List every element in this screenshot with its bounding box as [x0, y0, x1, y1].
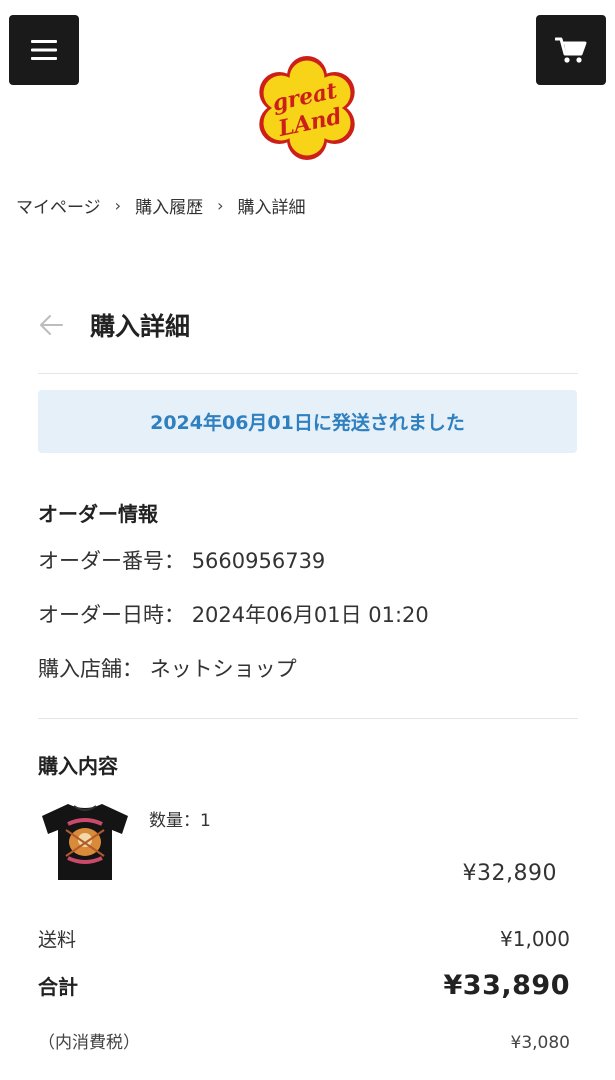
shipping-label: 送料 [38, 929, 77, 951]
breadcrumb-purchase-history[interactable]: 購入履歴 [135, 193, 203, 218]
quantity-text: 数量：1 [149, 811, 211, 831]
breadcrumb-current: 購入詳細 [237, 198, 306, 218]
store-value: ネットショップ [149, 657, 297, 681]
cart-button[interactable] [536, 15, 606, 85]
menu-button[interactable] [9, 15, 79, 85]
order-number-value: 5660956739 [191, 549, 326, 573]
order-date-line: オーダー日時： 2024年06月01日 01:20 [38, 599, 429, 629]
purchase-heading: 購入内容 [38, 754, 118, 778]
brand-logo[interactable]: great LAnd [253, 54, 361, 162]
total-value: ¥33,890 [443, 970, 570, 1001]
shipping-status-banner: 2024年06月01日に発送されました [38, 390, 577, 453]
tax-label: （内消費税） [38, 1033, 140, 1053]
order-date-label: オーダー日時： [38, 603, 185, 627]
shipping-status-text: 2024年06月01日に発送されました [150, 412, 465, 434]
product-thumbnail[interactable] [38, 800, 132, 882]
total-label: 合計 [38, 975, 78, 999]
order-number-line: オーダー番号： 5660956739 [38, 545, 325, 575]
page-title-row: 購入詳細 [38, 303, 578, 347]
order-date-value: 2024年06月01日 01:20 [191, 603, 429, 627]
page-title: 購入詳細 [90, 312, 191, 341]
divider [38, 718, 578, 719]
order-number-label: オーダー番号： [38, 549, 185, 573]
shopping-cart-icon [555, 37, 587, 63]
hamburger-menu-icon [31, 40, 57, 60]
tax-row: （内消費税） ¥3,080 [38, 1028, 570, 1053]
store-label: 購入店舗： [38, 657, 143, 681]
breadcrumb: マイページ › 購入履歴 › 購入詳細 [16, 193, 305, 218]
back-arrow-icon[interactable] [38, 312, 64, 338]
chevron-right-icon: › [114, 196, 122, 215]
chevron-right-icon: › [217, 196, 224, 215]
store-line: 購入店舗： ネットショップ [38, 653, 297, 683]
divider [38, 373, 578, 374]
shipping-value: ¥1,000 [500, 927, 570, 951]
tax-value: ¥3,080 [510, 1033, 570, 1053]
breadcrumb-mypage[interactable]: マイページ [16, 193, 101, 218]
item-price: ¥32,890 [462, 861, 557, 886]
site-header: great LAnd [0, 0, 615, 180]
shipping-row: 送料 ¥1,000 [38, 925, 570, 952]
total-row: 合計 ¥33,890 [38, 970, 570, 1001]
order-info-heading: オーダー情報 [38, 502, 158, 526]
